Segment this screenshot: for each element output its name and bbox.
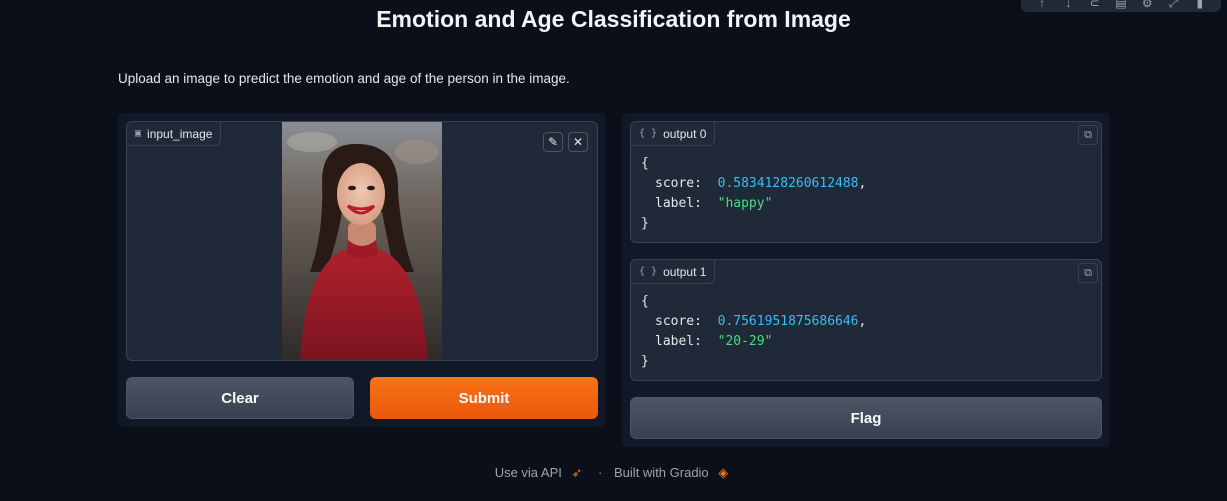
uploaded-photo: [282, 122, 442, 360]
built-with-gradio-link[interactable]: Built with Gradio: [614, 465, 709, 480]
image-input[interactable]: ▣ input_image ✎ ✕: [126, 121, 598, 361]
copy-output-1-button[interactable]: ⧉: [1078, 263, 1098, 283]
output-1-block: { } output 1 ⧉ { score: 0.75619518756866…: [630, 259, 1102, 381]
output-1-label-text: output 1: [663, 264, 707, 279]
image-icon: ▣: [135, 128, 142, 139]
gradio-logo-icon: ◈: [718, 465, 729, 480]
page-title: Emotion and Age Classification from Imag…: [376, 6, 851, 32]
json-label-key: label:: [655, 196, 702, 211]
json-label-value: "20-29": [717, 334, 773, 349]
json-close-brace: }: [641, 354, 649, 369]
use-via-api-link[interactable]: Use via API: [495, 465, 562, 480]
image-input-label: ▣ input_image: [127, 122, 222, 146]
json-label-key: label:: [655, 334, 702, 349]
json-label-line: label: "happy": [641, 194, 866, 214]
json-close-brace: }: [641, 216, 649, 231]
output-0-json: { score: 0.5834128260612488, label: "hap…: [641, 154, 866, 234]
output-0-block: { } output 0 ⧉ { score: 0.58341282606124…: [630, 121, 1102, 243]
json-score-key: score:: [655, 314, 702, 329]
pencil-icon: ✎: [547, 135, 559, 149]
json-open-brace: {: [641, 294, 649, 309]
edit-button[interactable]: ✎: [543, 132, 563, 152]
output-panel: { } output 0 ⧉ { score: 0.58341282606124…: [622, 113, 1110, 447]
copy-icon: ⧉: [1084, 266, 1092, 279]
image-tools: ✎ ✕: [543, 132, 588, 152]
json-icon: { }: [639, 266, 658, 277]
rocket-icon: ➶: [571, 465, 583, 480]
json-icon: { }: [639, 128, 658, 139]
submit-button[interactable]: Submit: [370, 377, 598, 419]
copy-output-0-button[interactable]: ⧉: [1078, 125, 1098, 145]
flag-button[interactable]: Flag: [630, 397, 1102, 439]
json-score-key: score:: [655, 176, 702, 191]
copy-icon: ⧉: [1084, 128, 1092, 141]
output-1-json: { score: 0.7561951875686646, label: "20-…: [641, 292, 866, 372]
output-1-label: { } output 1: [631, 260, 716, 284]
remove-image-button[interactable]: ✕: [568, 132, 588, 152]
output-0-label-text: output 0: [663, 126, 707, 141]
image-input-label-text: input_image: [147, 126, 213, 141]
json-score-value: 0.5834128260612488: [717, 176, 859, 191]
json-score-line: score: 0.7561951875686646,: [655, 314, 867, 329]
close-icon: ✕: [572, 135, 584, 149]
footer: Use via API ➶ · Built with Gradio ◈: [0, 465, 1227, 481]
input-panel: ▣ input_image ✎ ✕ Clear Submit: [118, 113, 606, 427]
clear-button[interactable]: Clear: [126, 377, 354, 419]
json-label-line: label: "20-29": [641, 332, 866, 352]
footer-separator: ·: [598, 465, 603, 480]
json-score-line: score: 0.5834128260612488,: [655, 176, 867, 191]
json-open-brace: {: [641, 156, 649, 171]
json-label-value: "happy": [717, 196, 773, 211]
page-description: Upload an image to predict the emotion a…: [118, 71, 570, 86]
output-0-label: { } output 0: [631, 122, 716, 146]
json-score-value: 0.7561951875686646: [717, 314, 859, 329]
